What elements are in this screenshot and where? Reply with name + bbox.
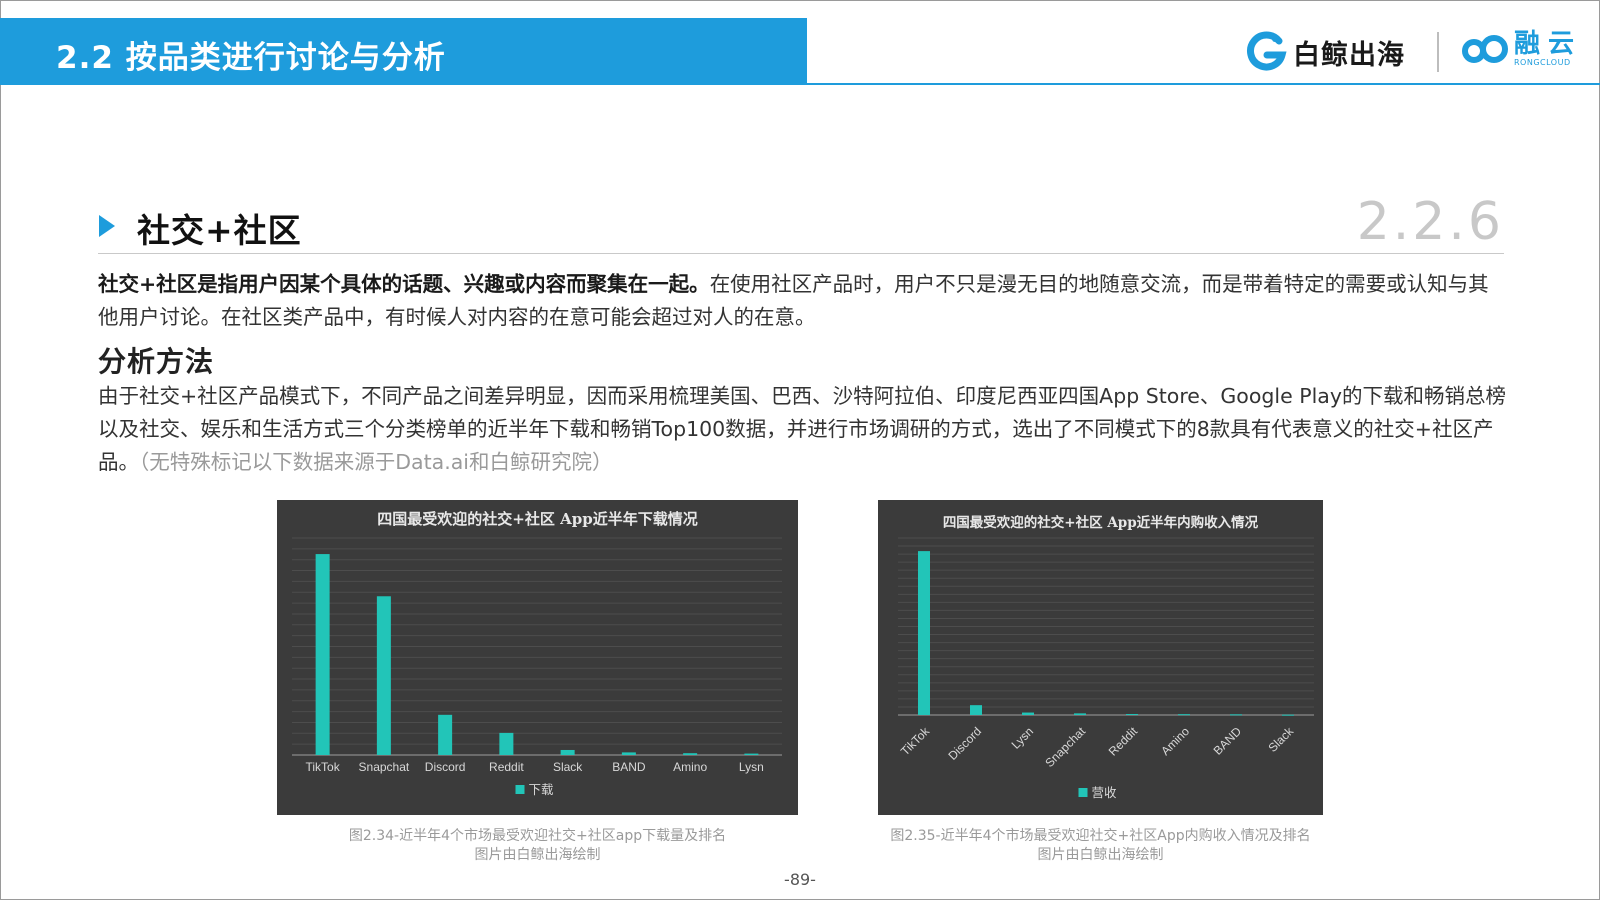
bar-slack [1282, 714, 1294, 716]
chart-title: 四国最受欢迎的社交+社区 App近半年下载情况 [377, 510, 697, 528]
bar-reddit [499, 732, 514, 755]
bar-lysn [744, 753, 759, 755]
rongcloud-logo-name: 融云 [1514, 29, 1583, 59]
tick-label: Amino [1158, 724, 1192, 758]
page-number: -89- [784, 870, 816, 889]
section-divider [98, 253, 1504, 254]
bar-amino [683, 753, 698, 755]
bar-lysn [1022, 712, 1034, 715]
chart-title: 四国最受欢迎的社交+社区 App近半年内购收入情况 [943, 514, 1259, 531]
section-title: 社交+社区 [137, 211, 302, 250]
header-title: 2.2 按品类进行讨论与分析 [56, 40, 446, 76]
bar-tiktok [918, 551, 930, 715]
tick-label: TikTok [306, 760, 341, 774]
section-number: 2.2.6 [1356, 192, 1504, 252]
bar-tiktok [315, 554, 330, 755]
tick-label: Reddit [1106, 724, 1141, 759]
bar-amino [1178, 714, 1190, 716]
rongcloud-logo-icon [1462, 34, 1508, 63]
method-title: 分析方法 [98, 345, 215, 378]
caption-revenue-line1: 图2.35-近半年4个市场最受欢迎社交+社区App内购收入情况及排名 [890, 828, 1311, 844]
bar-band [1230, 714, 1242, 716]
intro-paragraph: 社交+社区是指用户因某个具体的话题、兴趣或内容而聚集在一起。在使用社区产品时，用… [98, 268, 1508, 334]
legend-swatch [515, 785, 525, 794]
caption-downloads: 图2.34-近半年4个市场最受欢迎社交+社区app下载量及排名 图片由白鲸出海绘… [277, 827, 798, 865]
baijing-logo: 白鲸出海 [1245, 30, 1405, 74]
intro-bold: 社交+社区是指用户因某个具体的话题、兴趣或内容而聚集在一起。 [98, 272, 710, 296]
method-note: （无特殊标记以下数据来源于Data.ai和白鲸研究院） [139, 450, 613, 474]
header-line [0, 83, 1600, 85]
tick-label: Slack [1265, 724, 1296, 755]
tick-label: Lysn [1009, 724, 1037, 752]
tick-label: Snapchat [359, 760, 410, 774]
method-paragraph: 由于社交+社区产品模式下，不同产品之间差异明显，因而采用梳理美国、巴西、沙特阿拉… [98, 380, 1508, 479]
tick-label: TikTok [898, 724, 933, 759]
section-arrow-icon [99, 215, 115, 237]
caption-revenue: 图2.35-近半年4个市场最受欢迎社交+社区App内购收入情况及排名 图片由白鲸… [858, 827, 1343, 865]
tick-label: BAND [612, 760, 646, 774]
legend-label: 下载 [529, 782, 555, 797]
downloads-chart-svg: 四国最受欢迎的社交+社区 App近半年下载情况 TikTok Snapchat Dis… [292, 510, 782, 797]
baijing-logo-text: 白鲸出海 [1293, 39, 1405, 71]
logo-divider [1437, 32, 1439, 72]
bar-discord [438, 714, 453, 755]
tick-label: Lysn [739, 760, 764, 774]
legend-label: 营收 [1092, 785, 1118, 800]
tick-label: Snapchat [1042, 724, 1088, 770]
tick-label: Reddit [489, 760, 524, 774]
tick-label: Discord [945, 724, 984, 763]
downloads-chart: 四国最受欢迎的社交+社区 App近半年下载情况 TikTok Snapchat Dis… [277, 500, 798, 815]
tick-label: Discord [425, 760, 466, 774]
tick-label: Slack [553, 760, 583, 774]
bar-band [621, 752, 636, 755]
baijing-logo-icon [1247, 31, 1287, 71]
bar-reddit [1126, 714, 1138, 716]
rongcloud-logo: 融云 RONGCLOUD [1460, 30, 1582, 67]
bar-discord [970, 705, 982, 715]
caption-revenue-line2: 图片由白鲸出海绘制 [1037, 847, 1164, 863]
bar-snapchat [1074, 713, 1086, 715]
revenue-chart-svg: 四国最受欢迎的社交+社区 App近半年内购收入情况 TikTok Discord Ly… [898, 514, 1314, 800]
bar-snapchat [376, 596, 391, 755]
tick-label: BAND [1211, 724, 1245, 758]
bar-slack [560, 749, 575, 755]
legend-swatch [1078, 788, 1088, 797]
caption-downloads-line2: 图片由白鲸出海绘制 [474, 847, 601, 863]
rongcloud-logo-sub: RONGCLOUD [1514, 58, 1571, 67]
caption-downloads-line1: 图2.34-近半年4个市场最受欢迎社交+社区app下载量及排名 [348, 828, 727, 844]
tick-label: Amino [673, 760, 707, 774]
revenue-chart: 四国最受欢迎的社交+社区 App近半年内购收入情况 TikTok Discord Ly… [878, 500, 1323, 815]
